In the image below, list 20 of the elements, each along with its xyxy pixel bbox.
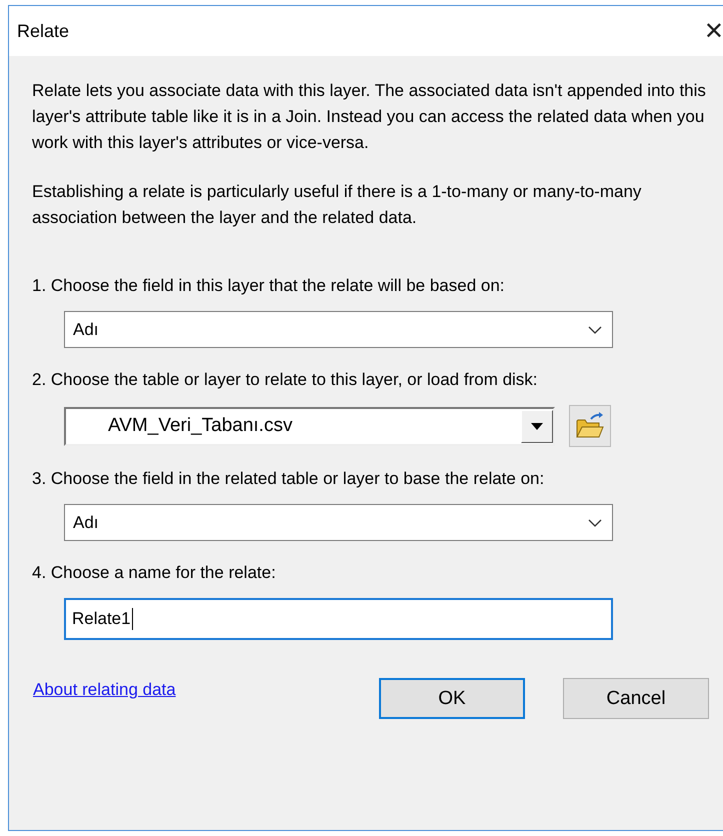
- text-field[interactable]: Relate1: [64, 598, 613, 640]
- chevron-icon: [588, 518, 602, 526]
- folder-icon: [575, 412, 605, 440]
- description-text: Relate lets you associate data with this layer. The associated data isn't appended into this layer's attribute table like it is in a Join. Instead you can access the related data when you work with this layer's attributes or vice-versa.: [32, 80, 707, 154]
- step-label: 1. Choose the field in this layer that the relate will be based on:: [32, 275, 506, 297]
- dropdown[interactable]: Adı: [64, 504, 613, 541]
- step-label: 4. Choose a name for the relate:: [32, 562, 277, 584]
- description-text: Establishing a relate is particularly useful if there is a 1-to-many or many-to-many association between the layer and the related data.: [32, 181, 642, 229]
- window-title: Relate: [17, 20, 70, 42]
- open-folder-button[interactable]: [569, 405, 611, 447]
- close-button[interactable]: ✕: [704, 19, 723, 43]
- ok-button[interactable]: OK: [379, 678, 525, 719]
- help-link[interactable]: About relating data: [33, 680, 176, 700]
- step-label: 2. Choose the table or layer to relate to this layer, or load from disk:: [32, 369, 539, 391]
- caret-icon: [531, 422, 543, 430]
- dropdown[interactable]: AVM_Veri_Tabanı.csv: [64, 406, 555, 446]
- step-label: 3. Choose the field in the related table or layer to base the relate on:: [32, 468, 546, 490]
- dropdown[interactable]: Adı: [64, 311, 613, 348]
- chevron-icon: [588, 326, 602, 334]
- cancel-button[interactable]: Cancel: [563, 678, 709, 719]
